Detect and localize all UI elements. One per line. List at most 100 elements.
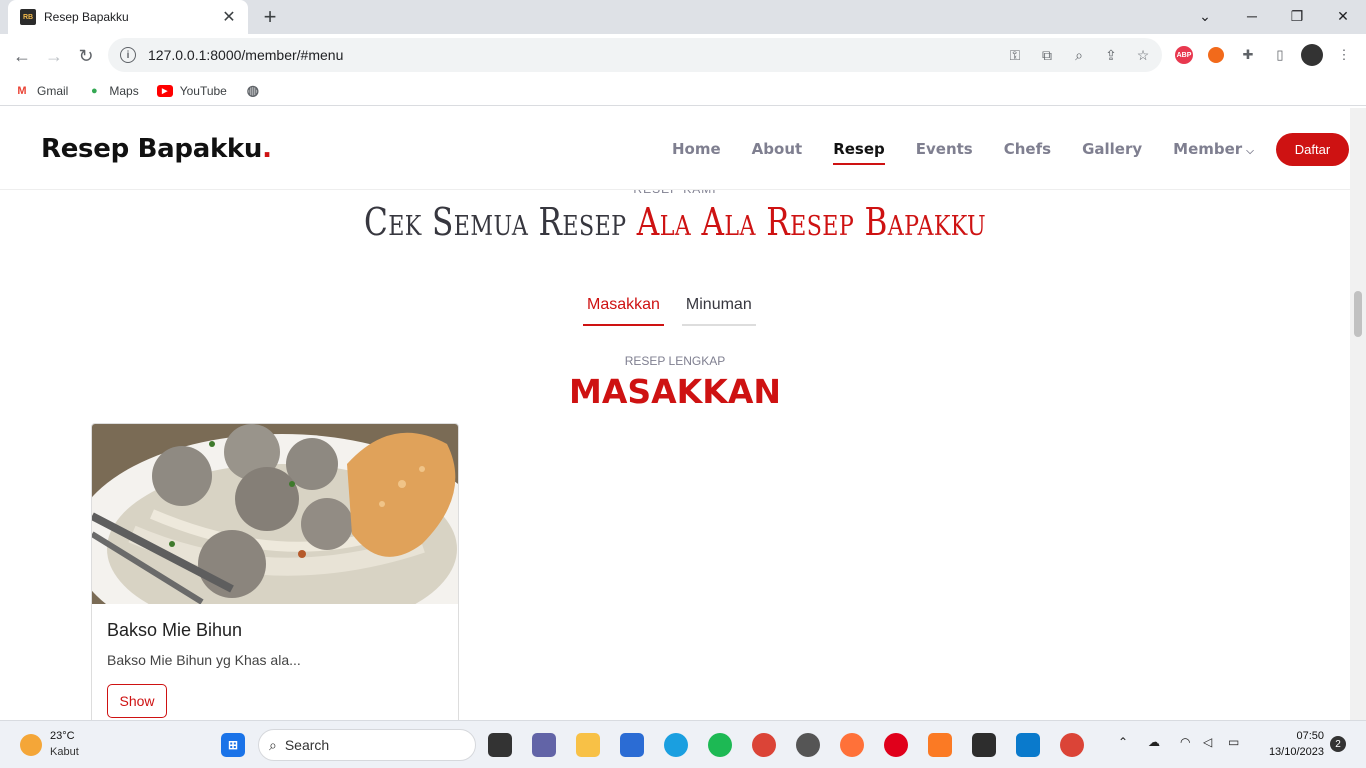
open-in-app-icon[interactable]: ⧉: [1038, 46, 1056, 64]
bookmark-gmail[interactable]: M Gmail: [14, 83, 68, 99]
extension-orange-icon[interactable]: [1205, 44, 1227, 66]
chrome-active-icon[interactable]: [1060, 733, 1084, 757]
profile-avatar[interactable]: [1301, 44, 1323, 66]
site-logo[interactable]: Resep Bapakku.: [41, 134, 272, 164]
file-explorer-icon[interactable]: [576, 733, 600, 757]
bookmark-star-icon[interactable]: ☆: [1134, 46, 1152, 64]
nav-about[interactable]: About: [752, 140, 803, 158]
gmail-icon: M: [17, 84, 27, 97]
minimize-icon[interactable]: ─: [1237, 4, 1267, 28]
xampp-icon[interactable]: [928, 733, 952, 757]
key-icon[interactable]: ⚿: [1006, 46, 1024, 64]
site-favicon-icon: RB: [20, 9, 36, 25]
tab-strip: RB Resep Bapakku ✕ + ⌄ ─ ❐ ✕: [0, 0, 1366, 34]
address-bar[interactable]: i 127.0.0.1:8000/member/#menu ⚿ ⧉ ⌕ ⇪ ☆: [108, 38, 1162, 72]
url-text[interactable]: 127.0.0.1:8000/member/#menu: [148, 47, 343, 63]
reload-icon[interactable]: ↻: [73, 43, 99, 69]
bookmark-label: Gmail: [37, 83, 69, 98]
section-title-plain: Cek Semua Resep: [363, 200, 637, 244]
terminal-icon[interactable]: [972, 733, 996, 757]
recipe-image: [92, 424, 458, 654]
weather-icon[interactable]: [20, 734, 42, 756]
section-title-accent: Ala Ala Resep Bapakku: [636, 200, 987, 244]
back-icon[interactable]: ←: [9, 43, 35, 69]
site-info-icon[interactable]: i: [120, 47, 136, 63]
section-title: Cek Semua Resep Ala Ala Resep Bapakku: [122, 200, 1229, 244]
volume-icon[interactable]: ◁: [1203, 735, 1212, 749]
chevron-down-icon: ⌵: [1246, 146, 1254, 157]
recipe-card: Bakso Mie Bihun Bakso Mie Bihun yg Khas …: [91, 423, 459, 720]
taskbar-search[interactable]: ⌕ Search: [258, 729, 476, 761]
recipe-description: Bakso Mie Bihun yg Khas ala...: [107, 652, 301, 668]
restore-icon[interactable]: ❐: [1282, 4, 1312, 28]
recipes-title: MASAKKAN: [569, 372, 781, 411]
edge-icon[interactable]: [664, 733, 688, 757]
page-scrollbar[interactable]: [1350, 108, 1366, 720]
zoom-icon[interactable]: ⌕: [1070, 46, 1088, 64]
chrome-icon[interactable]: [752, 733, 776, 757]
share-icon[interactable]: ⇪: [1102, 46, 1120, 64]
cloud-sync-icon[interactable]: ☁: [1148, 735, 1160, 749]
maps-icon: ●: [91, 84, 98, 97]
bookmark-label: YouTube: [179, 83, 227, 98]
daftar-button[interactable]: Daftar: [1276, 133, 1349, 166]
youtube-icon: ▶: [156, 83, 173, 99]
logo-text: Resep Bapakku: [41, 134, 263, 164]
side-panel-icon[interactable]: ▯: [1269, 44, 1291, 66]
search-label: Search: [284, 737, 330, 753]
extensions-puzzle-icon[interactable]: ✚: [1237, 44, 1259, 66]
tab-search-chevron-icon[interactable]: ⌄: [1190, 4, 1220, 28]
recipe-title: Bakso Mie Bihun: [107, 620, 243, 640]
search-icon: ⌕: [269, 736, 277, 753]
nav-home[interactable]: Home: [672, 140, 721, 158]
task-view-icon[interactable]: [488, 733, 512, 757]
close-window-icon[interactable]: ✕: [1328, 4, 1358, 28]
main-nav: Home About Resep Events Chefs Gallery Me…: [672, 140, 1285, 165]
notification-badge[interactable]: 2: [1330, 736, 1346, 752]
bookmark-youtube[interactable]: ▶ YouTube: [156, 83, 227, 99]
tab-masakkan[interactable]: Masakkan: [583, 288, 664, 326]
spotify-icon[interactable]: [708, 733, 732, 757]
store-icon[interactable]: [620, 733, 644, 757]
nav-member-label: Member: [1173, 140, 1243, 158]
taskbar: 23°C Kabut ⊞ ⌕ Search ⌃ ☁ ◠ ◁ ▭ 07:50 13…: [0, 720, 1366, 768]
whatsapp-icon[interactable]: [796, 733, 820, 757]
nav-chefs[interactable]: Chefs: [1004, 140, 1051, 158]
browser-tab[interactable]: RB Resep Bapakku ✕: [8, 0, 248, 34]
opera-icon[interactable]: [884, 733, 908, 757]
weather-temperature[interactable]: 23°C: [50, 730, 75, 742]
menu-tabs: Masakkan Minuman: [583, 288, 774, 326]
nav-gallery[interactable]: Gallery: [1082, 140, 1142, 158]
close-tab-icon[interactable]: ✕: [220, 8, 238, 26]
teams-icon[interactable]: [532, 733, 556, 757]
browser-menu-icon[interactable]: ⋮: [1333, 44, 1355, 66]
forward-icon[interactable]: →: [41, 43, 67, 69]
nav-events[interactable]: Events: [916, 140, 973, 158]
wifi-icon[interactable]: ◠: [1180, 735, 1190, 749]
start-icon[interactable]: ⊞: [221, 733, 245, 757]
scrollbar-thumb[interactable]: [1354, 291, 1362, 337]
show-hidden-icons[interactable]: ⌃: [1118, 735, 1128, 749]
bookmark-label: Maps: [109, 83, 139, 98]
browser-toolbar: ← → ↻ i 127.0.0.1:8000/member/#menu ⚿ ⧉ …: [0, 34, 1366, 76]
tab-title: Resep Bapakku: [44, 10, 129, 24]
weather-description[interactable]: Kabut: [50, 746, 79, 758]
adblock-icon[interactable]: ABP: [1173, 44, 1195, 66]
bookmark-globe[interactable]: ◍: [245, 82, 268, 99]
tab-minuman[interactable]: Minuman: [681, 288, 756, 326]
nav-member-dropdown[interactable]: Member ⌵: [1173, 140, 1254, 158]
clock-date[interactable]: 13/10/2023: [1260, 746, 1324, 758]
recipes-subtitle: RESEP LENGKAP: [624, 354, 726, 368]
vscode-icon[interactable]: [1016, 733, 1040, 757]
battery-icon[interactable]: ▭: [1228, 735, 1239, 749]
web-page: Resep Bapakku. Home About Resep Events C…: [0, 108, 1350, 720]
nav-resep[interactable]: Resep: [833, 140, 885, 165]
logo-dot: .: [262, 134, 272, 164]
clock-time[interactable]: 07:50: [1290, 730, 1324, 742]
bookmark-maps[interactable]: ● Maps: [86, 83, 139, 99]
new-tab-icon[interactable]: +: [258, 4, 282, 29]
show-recipe-button[interactable]: Show: [107, 684, 167, 718]
site-header: Resep Bapakku. Home About Resep Events C…: [0, 108, 1350, 190]
bookmarks-bar: M Gmail ● Maps ▶ YouTube ◍: [0, 76, 1366, 106]
firefox-icon[interactable]: [840, 733, 864, 757]
